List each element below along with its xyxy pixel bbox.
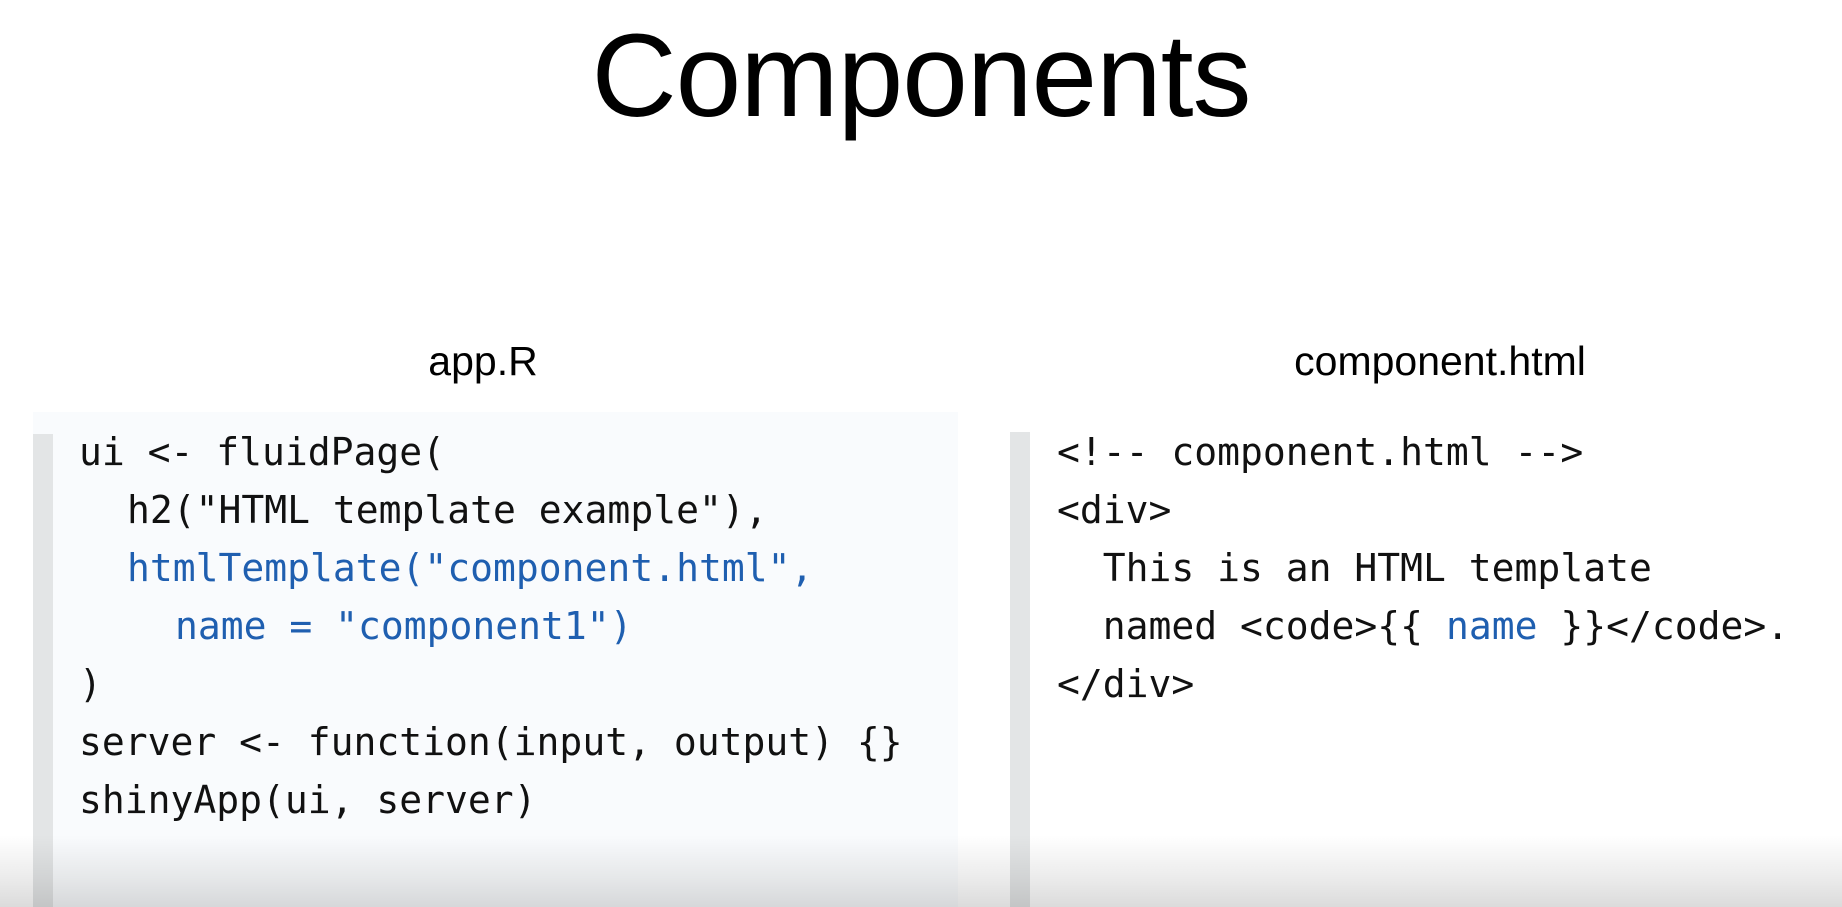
code-line-with-placeholder: named <code>{{ name }}</code>. [1057, 602, 1789, 650]
code-line: </div> [1057, 662, 1195, 706]
code-block-bar [1010, 432, 1030, 907]
code-line: shinyApp(ui, server) [79, 778, 537, 822]
code-block-bar [33, 434, 53, 907]
template-variable: name [1445, 604, 1538, 648]
code-line: server <- function(input, output) {} [79, 720, 903, 764]
code-line-highlighted: htmlTemplate("component.html", [127, 546, 814, 590]
code-line-highlighted: name = "component1") [175, 604, 633, 648]
code-line: h2("HTML template example"), [127, 488, 768, 532]
left-panel-caption: app.R [428, 338, 538, 384]
slide-title: Components [591, 10, 1251, 142]
code-line: <div> [1057, 488, 1172, 532]
code-line: This is an HTML template [1057, 546, 1652, 590]
app-r-code-block: ui <- fluidPage( h2("HTML template examp… [33, 412, 958, 907]
code-line: ) [79, 662, 102, 706]
right-panel-caption: component.html [1294, 338, 1586, 384]
component-html-code-block: <!-- component.html --> <div> This is an… [1010, 412, 1842, 907]
code-line: <!-- component.html --> [1057, 430, 1584, 474]
code-text: named <code>{{ [1057, 604, 1446, 648]
code-line: ui <- fluidPage( [79, 430, 446, 474]
code-text: }}</code>. [1537, 604, 1790, 648]
